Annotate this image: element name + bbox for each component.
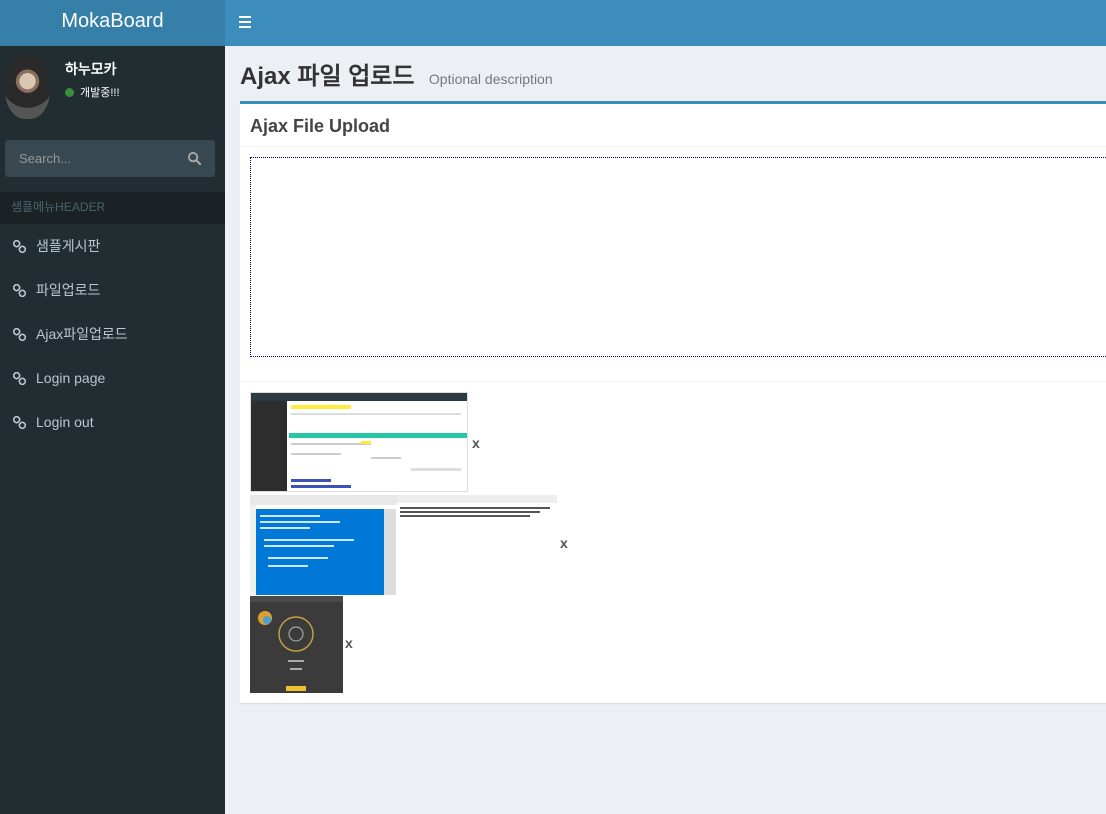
uploaded-thumbnail: [250, 392, 468, 492]
sidebar-item-label: Ajax파일업로드: [36, 326, 128, 342]
divider: [240, 381, 1106, 382]
menu-toggle-icon[interactable]: [237, 12, 255, 32]
sidebar-item-ajax-upload[interactable]: Ajax파일업로드: [0, 312, 225, 356]
sidebar-item-board[interactable]: 샘플게시판: [0, 224, 225, 268]
uploaded-thumbnail: [250, 596, 343, 693]
search-input[interactable]: [5, 140, 175, 177]
sidebar: 하누모카 개발중!!! 샘플메뉴HEADER 샘플게시판 파일업로드 Ajax파…: [0, 46, 225, 814]
uploaded-thumbnail: [250, 495, 557, 595]
sidebar-item-file-upload[interactable]: 파일업로드: [0, 268, 225, 312]
link-icon: [13, 415, 26, 429]
content-header: Ajax 파일 업로드 Optional description: [240, 56, 553, 91]
user-name: 하누모카: [65, 61, 117, 77]
status-dot-icon: [65, 87, 74, 97]
user-panel: 하누모카 개발중!!!: [0, 46, 225, 128]
remove-upload-button[interactable]: x: [560, 535, 568, 551]
avatar: [5, 56, 50, 119]
page-title: Ajax 파일 업로드: [240, 63, 415, 90]
upload-box: Ajax File Upload x x x: [240, 101, 1106, 703]
divider: [240, 146, 1106, 147]
sidebar-item-login[interactable]: Login page: [0, 356, 225, 400]
link-icon: [13, 239, 26, 253]
box-title: Ajax File Upload: [250, 116, 391, 136]
user-status-label: 개발중!!!: [80, 87, 120, 99]
app-logo[interactable]: MokaBoard: [0, 0, 225, 46]
menu-header: 샘플메뉴HEADER: [0, 192, 225, 224]
link-icon: [13, 371, 26, 385]
link-icon: [13, 283, 26, 297]
user-status: 개발중!!!: [65, 84, 120, 100]
link-icon: [13, 327, 26, 341]
sidebar-item-label: Login page: [36, 370, 106, 386]
top-navbar: [225, 0, 1106, 46]
sidebar-menu: 샘플게시판 파일업로드 Ajax파일업로드 Login page Login o…: [0, 224, 225, 444]
remove-upload-button[interactable]: x: [345, 635, 353, 651]
sidebar-item-logout[interactable]: Login out: [0, 400, 225, 444]
search-icon[interactable]: [187, 151, 203, 167]
page-description: Optional description: [428, 71, 553, 87]
sidebar-item-label: 샘플게시판: [36, 238, 101, 254]
sidebar-item-label: 파일업로드: [36, 282, 101, 298]
remove-upload-button[interactable]: x: [472, 435, 480, 451]
file-drop-zone[interactable]: [250, 157, 1106, 357]
search-form: [5, 140, 215, 177]
sidebar-item-label: Login out: [36, 414, 94, 430]
